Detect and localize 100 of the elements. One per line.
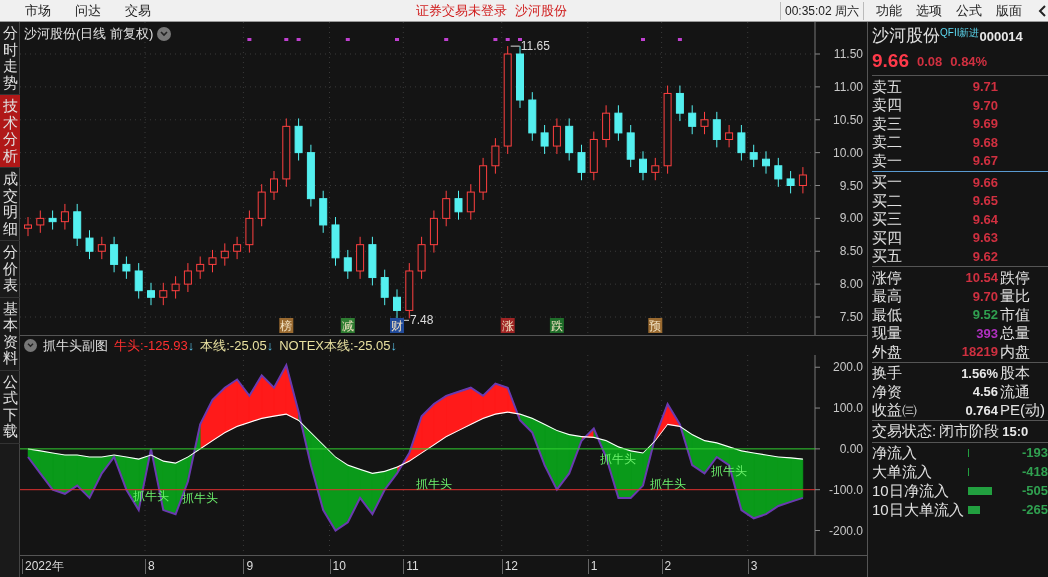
axis-label: 9 xyxy=(243,559,254,574)
field-value: 9.62 xyxy=(971,247,998,266)
field-label: 买四 xyxy=(872,228,903,247)
axis-label: 100.0 xyxy=(832,401,863,416)
axis-label: 9.50 xyxy=(839,178,863,193)
last-price: 9.66 xyxy=(872,49,909,74)
axis-label: -100.0 xyxy=(828,482,863,497)
signal-mark xyxy=(505,38,510,41)
field-value: 9.69 xyxy=(971,115,998,133)
flow-value: -193 xyxy=(1020,444,1048,462)
axis-label: 8.50 xyxy=(839,244,863,259)
axis-label: 7.50 xyxy=(839,310,863,324)
field-label: 买五 xyxy=(872,247,903,266)
field-value: 9.66 xyxy=(971,173,998,192)
flow-value: -265 xyxy=(1020,501,1048,519)
signal-mark xyxy=(296,38,301,41)
status-value: 闭市阶段 xyxy=(939,421,1000,442)
axis-label: 10 xyxy=(329,559,346,574)
menu-item[interactable]: 交易 xyxy=(114,0,162,21)
field-label: 卖五 xyxy=(872,77,903,96)
axis-label: 11.50 xyxy=(833,47,863,61)
legend-arrow: ↓ xyxy=(390,336,397,355)
chart-title: 沙河股份(日线 前复权) xyxy=(24,25,154,43)
field-value: 4.56 xyxy=(971,383,998,401)
flow-label: 大单流入 xyxy=(872,462,933,481)
flow-label: 10日大单流入 xyxy=(872,500,965,519)
legend-arrow: ↓ xyxy=(266,336,274,355)
tick-mark xyxy=(814,119,821,121)
event-marker: 榜 xyxy=(279,318,294,333)
side-tab[interactable]: 技术分析 xyxy=(0,95,20,168)
signal-mark xyxy=(641,38,645,41)
field-value: 9.70 xyxy=(971,287,998,306)
menu-item[interactable]: 功能 xyxy=(870,0,908,21)
event-marker: 涨 xyxy=(500,318,515,333)
field-label: 现量 xyxy=(872,324,903,343)
field-label: 收益㈢ xyxy=(872,401,918,420)
legend-label: 本线: xyxy=(200,336,230,355)
stock-code: 000014 xyxy=(979,28,1023,46)
signal-mark xyxy=(247,38,252,41)
field-value: 9.52 xyxy=(971,306,998,324)
field-value: 9.68 xyxy=(971,133,998,152)
field-value: 1.56% xyxy=(960,364,998,383)
tick-mark xyxy=(814,53,821,55)
indicator-name: 抓牛头副图 xyxy=(43,336,108,355)
price-label: 11.65 xyxy=(520,39,550,54)
field-label: 最低 xyxy=(872,305,903,324)
event-marker: 减 xyxy=(340,318,355,333)
menu-item[interactable]: 问达 xyxy=(64,0,112,21)
axis-label: 9.00 xyxy=(839,211,863,226)
dropdown-icon[interactable] xyxy=(157,26,172,41)
field-value: 9.67 xyxy=(971,152,998,170)
field-value: 9.70 xyxy=(971,96,998,115)
side-tab[interactable]: 基本资料 xyxy=(0,297,20,371)
dropdown-icon[interactable] xyxy=(24,339,37,352)
signal-label: 抓牛头 xyxy=(649,476,686,491)
axis-label: 2 xyxy=(661,559,672,574)
status-label: 交易状态: xyxy=(872,421,937,442)
tick-mark xyxy=(814,316,821,318)
field-label: 涨停 xyxy=(872,268,903,287)
menu-item[interactable]: 版面 xyxy=(990,0,1028,21)
axis-label: 1 xyxy=(587,559,598,574)
tick-mark xyxy=(814,217,821,219)
field-label: 外盘 xyxy=(872,342,903,361)
field-value: 9.63 xyxy=(971,229,998,247)
menu-item[interactable]: 选项 xyxy=(910,0,948,21)
signal-label: 抓牛头 xyxy=(415,476,452,491)
field-label: 换手 xyxy=(872,364,903,383)
field-label: 总量 xyxy=(999,324,1031,343)
field-label: 内盘 xyxy=(999,342,1031,361)
side-tab[interactable]: 分价表 xyxy=(0,241,20,298)
axis-label: 12 xyxy=(501,559,519,574)
flow-value: -418 xyxy=(1020,463,1048,481)
tick-mark xyxy=(814,283,821,285)
flow-value: -505 xyxy=(1020,482,1048,500)
tick-mark xyxy=(814,407,821,409)
menu-item[interactable]: 公式 xyxy=(950,0,988,21)
collapse-icon[interactable] xyxy=(1038,4,1048,17)
axis-label: 8 xyxy=(145,559,155,574)
leader-line xyxy=(510,45,521,47)
field-value: 9.71 xyxy=(971,78,998,96)
menu-item[interactable]: 市场 xyxy=(14,0,62,21)
signal-mark xyxy=(518,38,522,41)
legend-label: NOTEX本线: xyxy=(279,336,354,355)
field-value: 18219 xyxy=(960,343,998,361)
tick-mark xyxy=(814,152,821,154)
axis-label: 11.00 xyxy=(833,79,863,94)
field-label: 买二 xyxy=(872,191,903,210)
tick-mark xyxy=(814,448,821,450)
signal-mark xyxy=(284,38,289,41)
field-label: 买一 xyxy=(872,173,903,192)
flow-bar xyxy=(968,505,980,514)
field-label: PE(动) xyxy=(999,401,1046,420)
field-label: 市值 xyxy=(999,305,1031,324)
field-value: 393 xyxy=(975,324,998,343)
tick-mark xyxy=(814,530,821,531)
stock-name: 沙河股份 xyxy=(515,1,567,20)
field-label: 股本 xyxy=(999,364,1031,383)
field-label: 跌停 xyxy=(999,268,1031,287)
side-tab[interactable]: 公式下载 xyxy=(0,370,20,444)
side-tab[interactable]: 成交明细 xyxy=(0,168,20,241)
